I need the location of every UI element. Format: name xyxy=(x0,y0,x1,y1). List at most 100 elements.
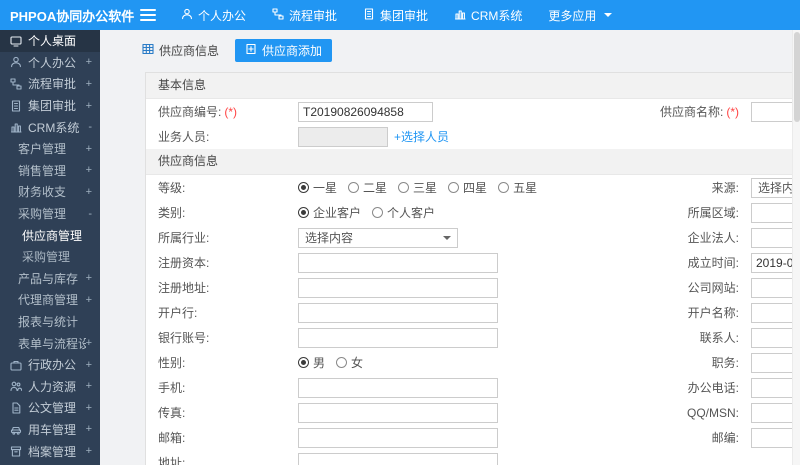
sidebar-item-label: 流程审批 xyxy=(28,77,77,92)
field-cell xyxy=(298,101,643,122)
scrollbar-thumb[interactable] xyxy=(794,32,800,122)
radio-label: 二星 xyxy=(363,181,388,195)
user-icon xyxy=(10,56,22,68)
label-text: 企业法人: xyxy=(687,231,739,245)
radio-label: 五星 xyxy=(513,181,538,195)
topnav-group-approval[interactable]: 集团审批 xyxy=(350,0,441,30)
sidebar-item-purchase-mgmt[interactable]: 采购管理 - xyxy=(0,203,100,225)
people-icon xyxy=(10,380,22,392)
sidebar-item-label: 采购管理 xyxy=(18,207,67,222)
label-text: 供应商编号: xyxy=(158,105,222,119)
fax-input[interactable] xyxy=(298,402,498,423)
sidebar-item-label: 人力资源 xyxy=(28,379,77,394)
email-input[interactable] xyxy=(298,427,498,448)
sidebar-item-label: 采购管理 xyxy=(22,250,71,265)
radio-icon xyxy=(372,207,384,218)
bank-account-input[interactable] xyxy=(298,327,498,348)
sidebar-item-form-flow-settings[interactable]: 表单与流程设置+ xyxy=(0,332,100,354)
supplier-add-form-panel: 基本信息供应商编号:(*)供应商名称:(*)业务人员:+选择人员供应商信息等级:… xyxy=(145,72,800,465)
add-doc-icon xyxy=(245,43,257,58)
sidebar-item-product-inventory[interactable]: 产品与库存 + xyxy=(0,268,100,290)
sidebar-item-personal-office[interactable]: 个人办公 + xyxy=(0,52,100,74)
topnav-crm-system[interactable]: CRM系统 xyxy=(441,0,535,30)
category-radios-option-1[interactable]: 企业客户 xyxy=(298,204,361,221)
level-radios-option-3[interactable]: 三星 xyxy=(398,179,437,196)
registered-address-input[interactable] xyxy=(298,277,498,298)
sidebar-item-label: 个人桌面 xyxy=(28,34,77,49)
topnav-label: 个人办公 xyxy=(198,8,247,23)
sidebar-item-reports-stats[interactable]: 报表与统计 xyxy=(0,311,100,333)
registered-capital-input[interactable] xyxy=(298,252,498,273)
expand-icon: + xyxy=(85,272,92,285)
sidebar-item-group-approval[interactable]: 集团审批 + xyxy=(0,95,100,117)
label-text: 银行账号: xyxy=(158,331,210,345)
sidebar-item-agent-mgmt[interactable]: 代理商管理 + xyxy=(0,289,100,311)
menu-toggle-icon[interactable] xyxy=(140,9,156,21)
field-label: 手机: xyxy=(146,379,298,396)
main-content: 供应商信息供应商添加 基本信息供应商编号:(*)供应商名称:(*)业务人员:+选… xyxy=(100,30,800,465)
tab-supplier-info[interactable]: 供应商信息 xyxy=(132,39,229,62)
sidebar-item-personal-desktop[interactable]: 个人桌面 xyxy=(0,30,100,52)
radio-icon xyxy=(398,182,410,193)
section-title: 基本信息 xyxy=(146,73,800,99)
topnav-process-approval[interactable]: 流程审批 xyxy=(259,0,350,30)
expand-icon: + xyxy=(85,380,92,393)
sidebar-item-crm-system[interactable]: CRM系统 - xyxy=(0,116,100,138)
radio-label: 女 xyxy=(351,356,364,370)
bank-branch-input[interactable] xyxy=(298,302,498,323)
vertical-scrollbar[interactable] xyxy=(792,30,800,465)
sidebar-item-archive-mgmt[interactable]: 档案管理 + xyxy=(0,440,100,462)
label-text: 地址: xyxy=(158,456,186,465)
sidebar-item-label: 财务收支 xyxy=(18,185,67,200)
sidebar-item-document-mgmt[interactable]: 公文管理 + xyxy=(0,397,100,419)
label-text: 供应商名称: xyxy=(659,105,724,119)
topnav-more-apps[interactable]: 更多应用 xyxy=(535,0,625,30)
sidebar-item-supplier-mgmt[interactable]: 供应商管理 xyxy=(0,224,100,246)
category-radios-option-2[interactable]: 个人客户 xyxy=(372,204,435,221)
expand-icon: + xyxy=(85,423,92,436)
level-radios-option-5[interactable]: 五星 xyxy=(498,179,537,196)
topnav-personal-office[interactable]: 个人办公 xyxy=(168,0,259,30)
label-text: 成立时间: xyxy=(687,256,739,270)
field-cell: 男女 xyxy=(298,354,643,371)
radio-label: 男 xyxy=(313,356,326,370)
sidebar-item-hr[interactable]: 人力资源 + xyxy=(0,376,100,398)
sidebar-item-sales-mgmt[interactable]: 销售管理 + xyxy=(0,160,100,182)
gender-radios-option-1[interactable]: 男 xyxy=(298,354,325,371)
level-radios-option-4[interactable]: 四星 xyxy=(448,179,487,196)
business-person-input[interactable] xyxy=(298,126,388,147)
mobile-input[interactable] xyxy=(298,377,498,398)
sidebar-item-purchasing[interactable]: 采购管理 xyxy=(0,246,100,268)
sidebar-item-finance[interactable]: 财务收支 + xyxy=(0,181,100,203)
tab-label: 供应商信息 xyxy=(159,43,220,58)
form-row: 业务人员: +选择人员 xyxy=(146,124,800,149)
form-row: 类别: 企业客户 个人客户 所属区域: xyxy=(146,200,800,225)
radio-label: 四星 xyxy=(463,181,488,195)
address-input[interactable] xyxy=(298,452,498,465)
level-radios-option-2[interactable]: 二星 xyxy=(348,179,387,196)
sidebar-item-customer-mgmt[interactable]: 客户管理 + xyxy=(0,138,100,160)
sidebar-item-admin-office[interactable]: 行政办公 + xyxy=(0,354,100,376)
field-label: 所属行业: xyxy=(146,229,298,246)
expand-icon: + xyxy=(85,401,92,414)
topnav-label: 更多应用 xyxy=(548,8,597,23)
supplier-code-input[interactable] xyxy=(298,101,433,122)
field-label: 成立时间: xyxy=(643,254,751,271)
topnav-label: CRM系统 xyxy=(471,8,523,23)
field-label: 公司网站: xyxy=(643,279,751,296)
gender-radios-option-2[interactable]: 女 xyxy=(336,354,363,371)
tab-supplier-add[interactable]: 供应商添加 xyxy=(235,38,333,62)
flow-icon xyxy=(10,78,22,90)
field-label: 联系人: xyxy=(643,329,751,346)
industry-select[interactable]: 选择内容 xyxy=(298,227,458,248)
level-radios-option-1[interactable]: 一星 xyxy=(298,179,337,196)
field-label: 供应商名称: (*) xyxy=(643,103,751,120)
field-label: 开户名称: xyxy=(643,304,751,321)
tab-bar: 供应商信息 供应商添加 xyxy=(132,38,800,62)
expand-icon: + xyxy=(85,358,92,371)
doc-icon xyxy=(10,402,22,414)
sidebar-item-process-approval[interactable]: 流程审批 + xyxy=(0,73,100,95)
form-row: 等级:一星二星三星四星五星来源:选择内容 xyxy=(146,175,800,200)
sidebar-item-vehicle-mgmt[interactable]: 用车管理 + xyxy=(0,419,100,441)
choose-person-link[interactable]: +选择人员 xyxy=(394,128,449,145)
